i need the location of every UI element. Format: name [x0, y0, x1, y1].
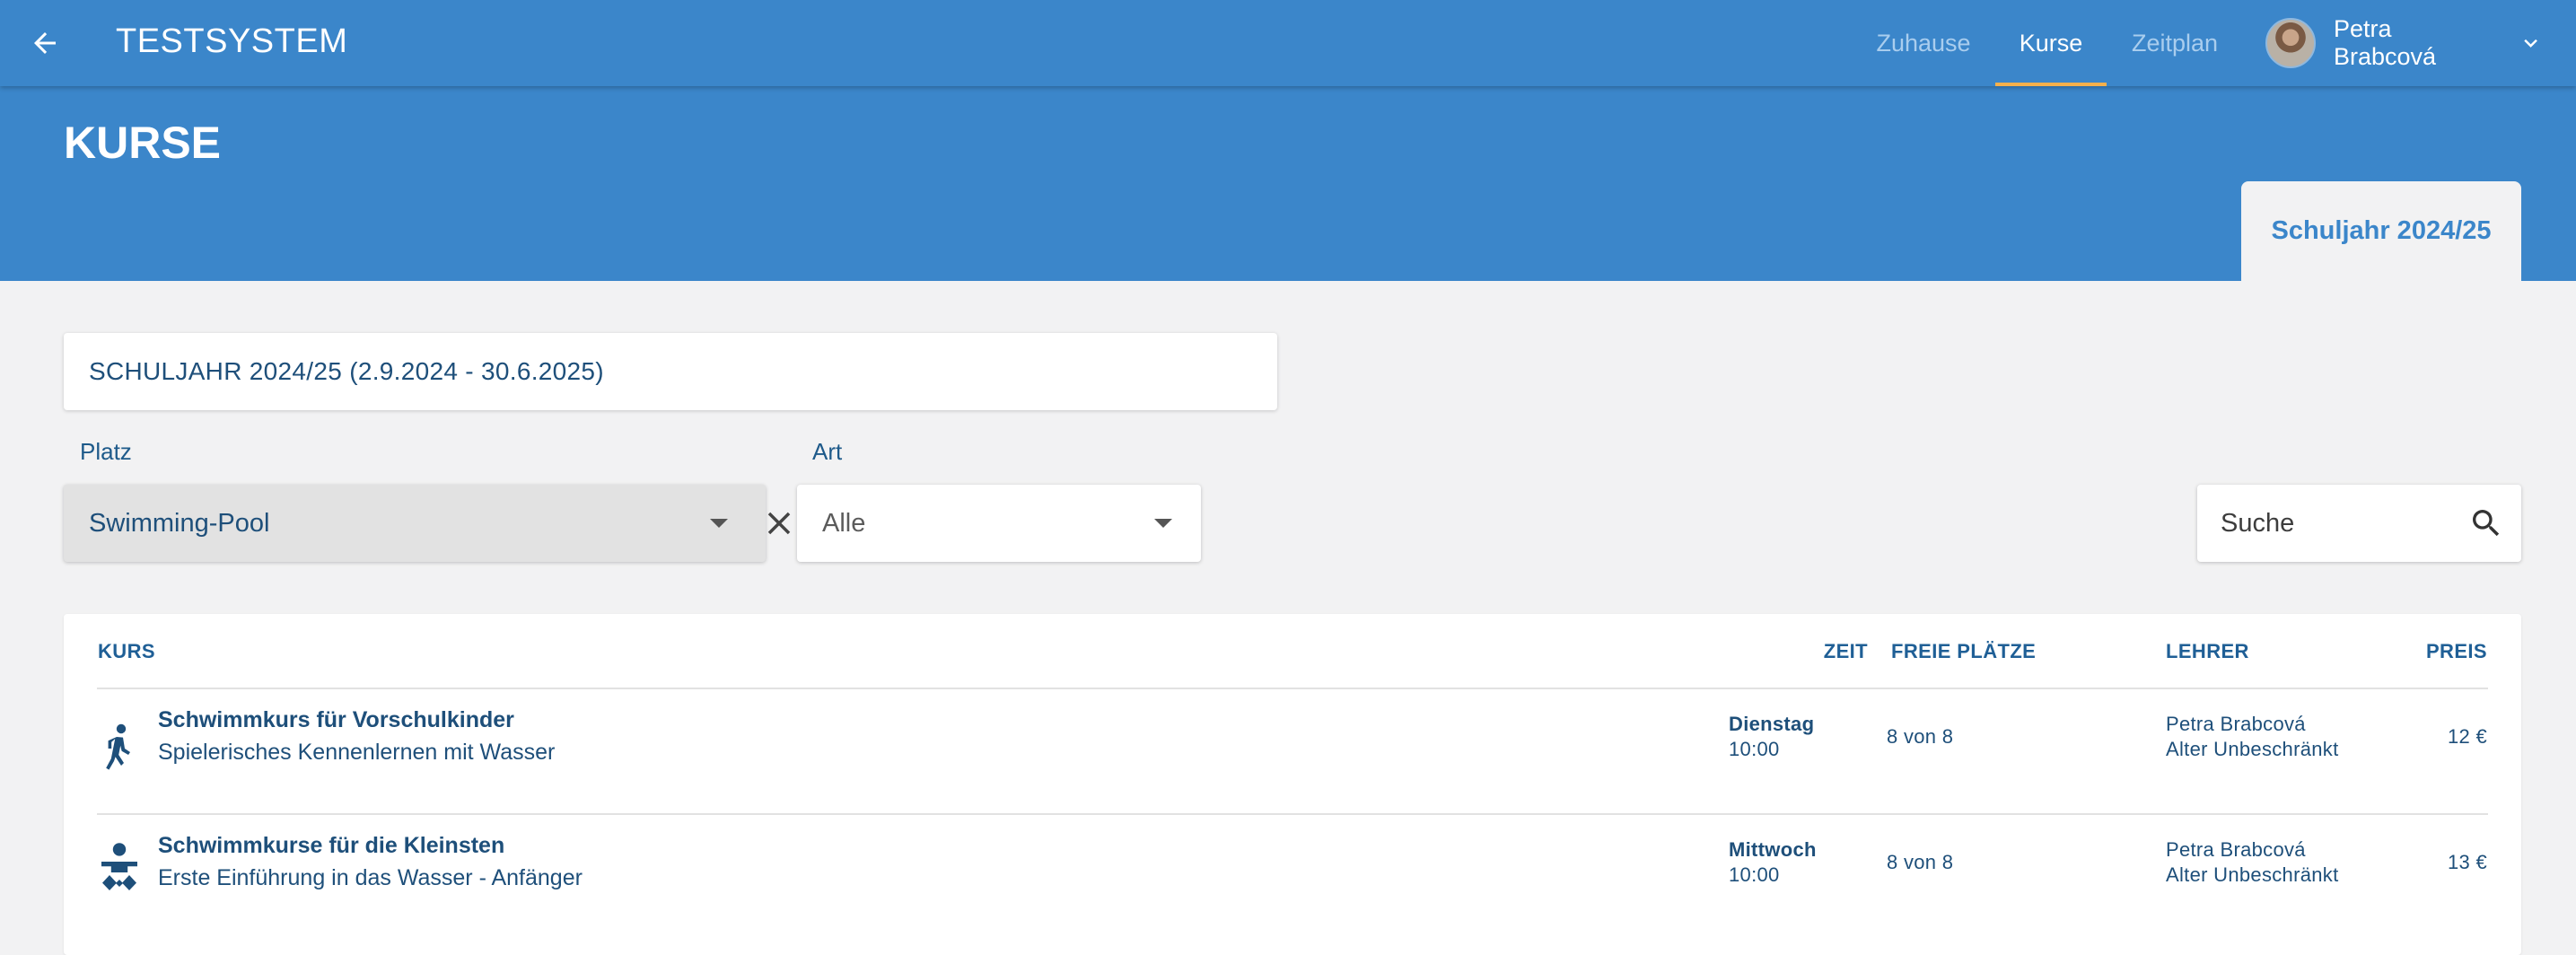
column-header-price: PREIS — [2425, 640, 2487, 662]
tab-school-year[interactable]: Schuljahr 2024/25 — [2241, 181, 2521, 281]
course-price: 12 € — [2447, 725, 2487, 748]
user-menu[interactable]: Petra Brabcová — [2265, 15, 2544, 70]
type-select-value: Alle — [822, 508, 866, 538]
course-time: 10:00 — [1729, 738, 1780, 760]
place-label: Platz — [80, 438, 132, 465]
page-title: KURSE — [64, 118, 222, 168]
close-icon[interactable] — [760, 504, 798, 542]
nav-tab-kurse[interactable]: Kurse — [1995, 0, 2107, 86]
course-price: 13 € — [2447, 851, 2487, 873]
page-header — [0, 86, 2576, 281]
place-select-value: Swimming-Pool — [89, 508, 270, 538]
table-row[interactable]: Schwimmkurse für die Kleinsten Erste Ein… — [64, 815, 2521, 937]
course-time: 10:00 — [1729, 863, 1780, 886]
app-bar: TESTSYSTEM Zuhause Kurse Zeitplan Petra … — [0, 0, 2576, 86]
course-description: Spielerisches Kennenlernen mit Wasser — [158, 740, 556, 765]
chevron-down-icon — [2524, 39, 2537, 48]
course-day: Mittwoch — [1729, 838, 1817, 861]
walking-person-icon — [106, 723, 130, 770]
user-name: Petra Brabcová — [2334, 15, 2437, 70]
free-places: 8 von 8 — [1887, 725, 1954, 748]
search-input[interactable] — [2221, 508, 2454, 539]
age-restriction: Alter Unbeschränkt — [2166, 738, 2339, 760]
course-name[interactable]: Schwimmkurse für die Kleinsten — [158, 833, 504, 859]
column-header-free-places: FREIE PLÄTZE — [1891, 640, 2037, 662]
avatar — [2265, 18, 2316, 68]
free-places: 8 von 8 — [1887, 851, 1954, 873]
type-select[interactable]: Alle — [797, 485, 1201, 562]
nav-tab-zeitplan[interactable]: Zeitplan — [2122, 0, 2228, 86]
search-box — [2197, 485, 2521, 562]
type-label: Art — [812, 438, 843, 465]
column-header-course: KURS — [98, 640, 155, 662]
age-restriction: Alter Unbeschränkt — [2166, 863, 2339, 886]
course-name[interactable]: Schwimmkurs für Vorschulkinder — [158, 707, 514, 733]
nav-tab-zuhause[interactable]: Zuhause — [1865, 0, 1982, 86]
courses-table: KURS ZEIT FREIE PLÄTZE LEHRER PREIS Schw… — [64, 614, 2521, 955]
period-display: SCHULJAHR 2024/25 (2.9.2024 - 30.6.2025) — [64, 333, 1277, 410]
place-select[interactable]: Swimming-Pool — [64, 485, 791, 562]
column-header-teacher: LEHRER — [2166, 640, 2249, 662]
table-row[interactable]: Schwimmkurs für Vorschulkinder Spieleris… — [64, 689, 2521, 811]
teacher-name: Petra Brabcová — [2166, 838, 2306, 861]
dropdown-arrow-icon[interactable] — [1154, 519, 1172, 528]
baby-icon — [101, 843, 137, 890]
teacher-name: Petra Brabcová — [2166, 713, 2306, 735]
app-title: TESTSYSTEM — [116, 22, 348, 60]
search-icon[interactable] — [2468, 505, 2504, 541]
dropdown-arrow-icon[interactable] — [710, 519, 728, 528]
arrow-left-icon — [34, 32, 56, 54]
course-description: Erste Einführung in das Wasser - Anfänge… — [158, 865, 583, 890]
course-day: Dienstag — [1729, 713, 1815, 735]
back-button[interactable] — [23, 22, 66, 65]
column-header-time: ZEIT — [1823, 640, 1868, 662]
